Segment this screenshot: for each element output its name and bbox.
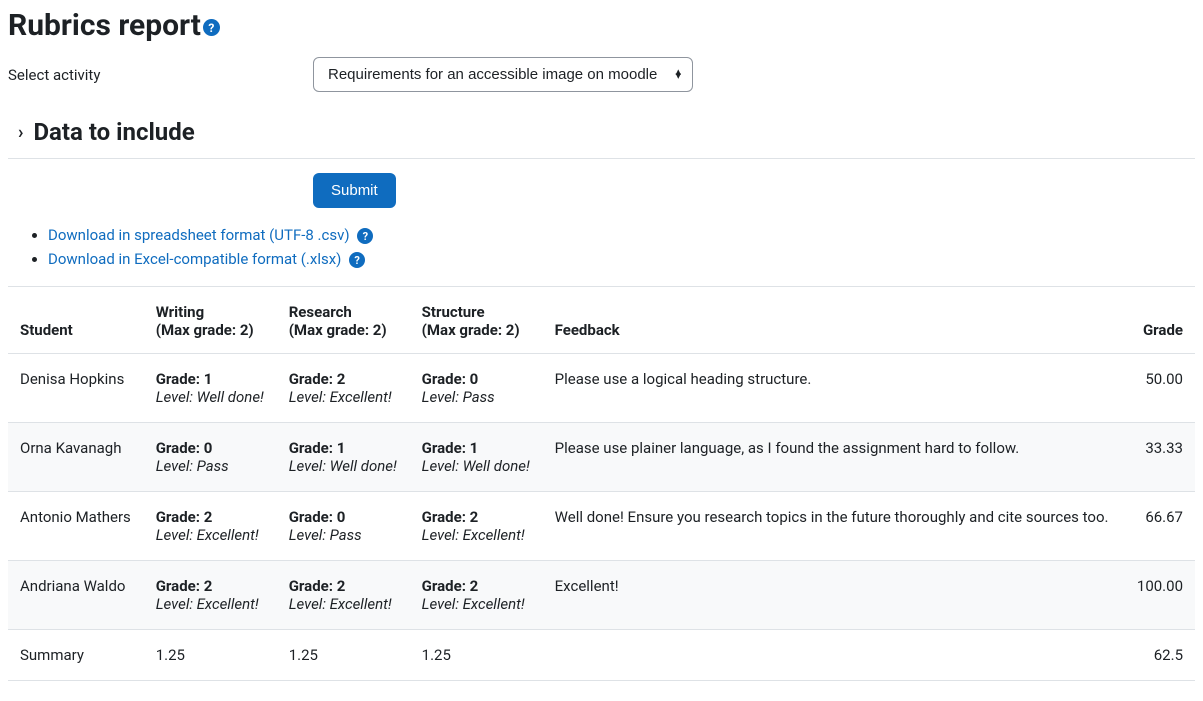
cell-structure: Grade: 1 Level: Well done! — [410, 423, 543, 492]
cell-research: Grade: 1 Level: Well done! — [277, 423, 410, 492]
help-icon[interactable]: ? — [349, 252, 365, 268]
cell-grade: 100.00 — [1124, 561, 1195, 630]
download-list: Download in spreadsheet format (UTF-8 .c… — [8, 226, 1195, 268]
rubrics-table: Student Writing (Max grade: 2) Research … — [8, 286, 1195, 681]
writing-grade: Grade: 0 — [156, 439, 265, 457]
page-title: Rubrics report ? — [8, 8, 1195, 43]
cell-feedback: Well done! Ensure you research topics in… — [543, 492, 1125, 561]
structure-level: Level: Pass — [422, 388, 531, 406]
chevron-right-icon: › — [18, 122, 23, 143]
cell-feedback: Excellent! — [543, 561, 1125, 630]
list-item: Download in spreadsheet format (UTF-8 .c… — [48, 226, 1195, 244]
col-writing-l2: (Max grade: 2) — [156, 321, 265, 339]
col-student: Student — [8, 287, 144, 354]
research-grade: Grade: 2 — [289, 577, 398, 595]
cell-structure: Grade: 2 Level: Excellent! — [410, 492, 543, 561]
research-level: Level: Pass — [289, 526, 398, 544]
cell-student: Antonio Mathers — [8, 492, 144, 561]
col-grade: Grade — [1124, 287, 1195, 354]
cell-grade: 50.00 — [1124, 354, 1195, 423]
cell-writing: Grade: 0 Level: Pass — [144, 423, 277, 492]
cell-structure: Grade: 2 Level: Excellent! — [410, 561, 543, 630]
summary-label: Summary — [8, 630, 144, 681]
data-to-include-toggle[interactable]: › Data to include — [8, 110, 1195, 159]
cell-feedback: Please use plainer language, as I found … — [543, 423, 1125, 492]
structure-grade: Grade: 2 — [422, 508, 531, 526]
data-to-include-title: Data to include — [33, 118, 194, 146]
page-title-text: Rubrics report — [8, 8, 201, 43]
table-row: Orna Kavanagh Grade: 0 Level: Pass Grade… — [8, 423, 1195, 492]
research-level: Level: Well done! — [289, 457, 398, 475]
table-header-row: Student Writing (Max grade: 2) Research … — [8, 287, 1195, 354]
col-research-l2: (Max grade: 2) — [289, 321, 398, 339]
cell-student: Denisa Hopkins — [8, 354, 144, 423]
list-item: Download in Excel-compatible format (.xl… — [48, 250, 1195, 268]
activity-select-row: Select activity Requirements for an acce… — [8, 57, 1195, 92]
cell-grade: 66.67 — [1124, 492, 1195, 561]
summary-structure: 1.25 — [410, 630, 543, 681]
cell-research: Grade: 2 Level: Excellent! — [277, 561, 410, 630]
summary-writing: 1.25 — [144, 630, 277, 681]
structure-level: Level: Excellent! — [422, 595, 531, 613]
download-xlsx-link[interactable]: Download in Excel-compatible format (.xl… — [48, 250, 341, 268]
col-writing-l1: Writing — [156, 303, 265, 321]
cell-grade: 33.33 — [1124, 423, 1195, 492]
research-grade: Grade: 0 — [289, 508, 398, 526]
summary-research: 1.25 — [277, 630, 410, 681]
writing-level: Level: Excellent! — [156, 526, 265, 544]
research-grade: Grade: 2 — [289, 370, 398, 388]
col-structure-l1: Structure — [422, 303, 531, 321]
cell-writing: Grade: 1 Level: Well done! — [144, 354, 277, 423]
cell-research: Grade: 2 Level: Excellent! — [277, 354, 410, 423]
cell-structure: Grade: 0 Level: Pass — [410, 354, 543, 423]
table-row: Antonio Mathers Grade: 2 Level: Excellen… — [8, 492, 1195, 561]
cell-student: Andriana Waldo — [8, 561, 144, 630]
activity-select-wrap: Requirements for an accessible image on … — [313, 57, 693, 92]
col-structure-l2: (Max grade: 2) — [422, 321, 531, 339]
download-csv-link[interactable]: Download in spreadsheet format (UTF-8 .c… — [48, 226, 350, 244]
table-row: Andriana Waldo Grade: 2 Level: Excellent… — [8, 561, 1195, 630]
writing-level: Level: Pass — [156, 457, 265, 475]
col-structure: Structure (Max grade: 2) — [410, 287, 543, 354]
cell-research: Grade: 0 Level: Pass — [277, 492, 410, 561]
research-grade: Grade: 1 — [289, 439, 398, 457]
col-writing: Writing (Max grade: 2) — [144, 287, 277, 354]
structure-level: Level: Well done! — [422, 457, 531, 475]
submit-button[interactable]: Submit — [313, 173, 396, 208]
structure-grade: Grade: 2 — [422, 577, 531, 595]
writing-grade: Grade: 2 — [156, 508, 265, 526]
research-level: Level: Excellent! — [289, 595, 398, 613]
cell-writing: Grade: 2 Level: Excellent! — [144, 561, 277, 630]
writing-grade: Grade: 2 — [156, 577, 265, 595]
col-research-l1: Research — [289, 303, 398, 321]
structure-grade: Grade: 1 — [422, 439, 531, 457]
writing-level: Level: Excellent! — [156, 595, 265, 613]
cell-feedback: Please use a logical heading structure. — [543, 354, 1125, 423]
col-research: Research (Max grade: 2) — [277, 287, 410, 354]
summary-feedback — [543, 630, 1125, 681]
writing-grade: Grade: 1 — [156, 370, 265, 388]
table-summary-row: Summary 1.25 1.25 1.25 62.5 — [8, 630, 1195, 681]
submit-row: Submit — [8, 159, 1195, 220]
structure-level: Level: Excellent! — [422, 526, 531, 544]
cell-writing: Grade: 2 Level: Excellent! — [144, 492, 277, 561]
cell-student: Orna Kavanagh — [8, 423, 144, 492]
activity-select-label: Select activity — [8, 66, 313, 84]
help-icon[interactable]: ? — [357, 228, 373, 244]
structure-grade: Grade: 0 — [422, 370, 531, 388]
activity-select[interactable]: Requirements for an accessible image on … — [313, 57, 693, 92]
help-icon[interactable]: ? — [203, 19, 220, 36]
research-level: Level: Excellent! — [289, 388, 398, 406]
col-feedback: Feedback — [543, 287, 1125, 354]
writing-level: Level: Well done! — [156, 388, 265, 406]
table-row: Denisa Hopkins Grade: 1 Level: Well done… — [8, 354, 1195, 423]
summary-grade: 62.5 — [1124, 630, 1195, 681]
